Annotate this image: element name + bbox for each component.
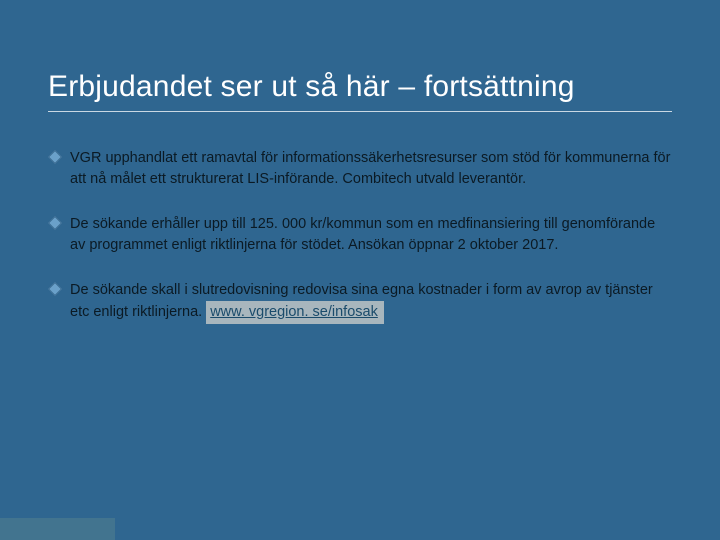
footer-accent	[0, 518, 115, 540]
bullet-list: VGR upphandlat ett ramavtal för informat…	[48, 148, 672, 324]
diamond-bullet-icon	[48, 281, 62, 295]
slide-title: Erbjudandet ser ut så här – fortsättning	[48, 70, 672, 105]
list-item: De sökande erhåller upp till 125. 000 kr…	[48, 214, 672, 256]
list-item: De sökande skall i slutredovisning redov…	[48, 280, 672, 324]
bullet-text: VGR upphandlat ett ramavtal för informat…	[70, 150, 670, 187]
info-link[interactable]: www. vgregion. se/infosak	[206, 301, 384, 324]
diamond-bullet-icon	[48, 149, 62, 163]
slide-container: Erbjudandet ser ut så här – fortsättning…	[0, 0, 720, 540]
list-item: VGR upphandlat ett ramavtal för informat…	[48, 148, 672, 190]
title-underline	[48, 111, 672, 112]
bullet-text: De sökande erhåller upp till 125. 000 kr…	[70, 216, 655, 253]
diamond-bullet-icon	[48, 215, 62, 229]
